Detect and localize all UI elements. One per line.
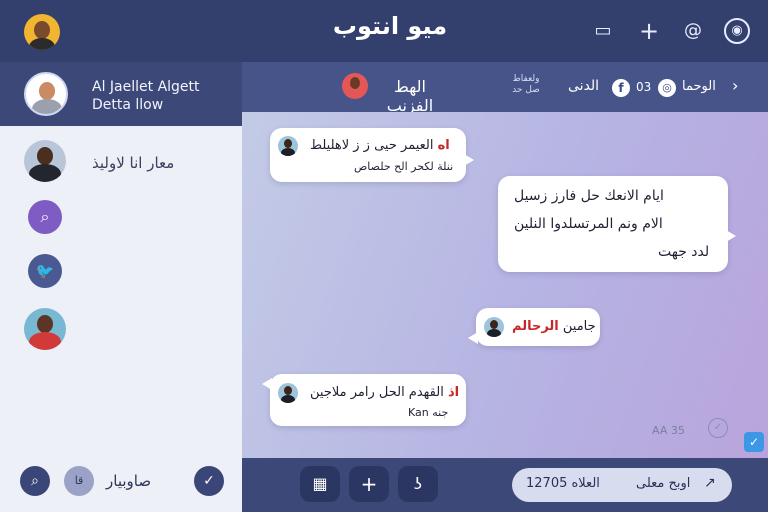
app-title: ميو انتوب: [332, 12, 448, 40]
message-text: جامين الرحالم: [512, 319, 596, 334]
message-body: جامين: [558, 319, 596, 334]
chat-count: 03: [636, 80, 652, 94]
sender-avatar: [278, 383, 298, 403]
message-line: الام ونم المرتسلدوا النلين: [514, 216, 663, 232]
message-input[interactable]: العلاه 12705 اوبح معلى ↗: [512, 468, 732, 502]
profile-avatar[interactable]: [24, 72, 68, 116]
instagram-icon[interactable]: ◎: [658, 79, 676, 97]
profile-name-line1: Al Jaellet Algett: [92, 79, 200, 95]
chat-header-label: الدنى: [568, 78, 600, 94]
message-subtext: Kan جنه: [408, 406, 449, 419]
message-input-value: العلاه 12705: [526, 476, 600, 491]
at-icon[interactable]: @: [680, 18, 706, 44]
sender-avatar: [484, 317, 504, 337]
chat-icon[interactable]: ▭: [590, 18, 616, 44]
sender-avatar: [278, 136, 298, 156]
message-bubble[interactable]: اه العيمر حيى ز ز لاهليلط ننلة لكحر الح …: [270, 128, 474, 182]
mic-icon[interactable]: ʖ: [398, 466, 438, 502]
chat-status: ولعفاط صل حد: [512, 74, 540, 95]
message-input-placeholder: اوبح معلى: [636, 476, 691, 491]
composer-bar: ▦ + ʖ العلاه 12705 اوبح معلى ↗: [242, 458, 768, 512]
message-subtext: ننلة لكحر الح حلصاص: [354, 160, 454, 173]
contact-avatar-2[interactable]: [24, 308, 66, 350]
message-text: اذ القهدم الحل رامر ملاجين: [310, 385, 459, 400]
sidebar-footer: ⌕ قا صاوبيار ✓: [0, 458, 242, 512]
grid-icon[interactable]: ▦: [300, 466, 340, 502]
facebook-icon[interactable]: f: [612, 79, 630, 97]
message-time: AA 35: [652, 424, 685, 437]
footer-search-icon[interactable]: ⌕: [20, 466, 50, 496]
message-body: القهدم الحل رامر ملاجين: [310, 385, 448, 400]
read-receipt-icon: ✓: [708, 418, 728, 438]
chat-contact-name: الهط الفزنب: [386, 77, 434, 115]
message-line: ايام الانعك حل فارز زسيل: [514, 188, 664, 204]
profile-name-line2: Detta llow: [92, 97, 164, 113]
contact-avatar[interactable]: [24, 140, 66, 182]
chevron-right-icon[interactable]: ›: [732, 76, 738, 95]
message-highlight: اذ: [447, 385, 460, 400]
top-bar: ميو انتوب ▭ + @ ◉: [0, 0, 768, 62]
message-bubble[interactable]: اذ القهدم الحل رامر ملاجين Kan جنه: [262, 374, 466, 426]
chat-area: اه العيمر حيى ز ز لاهليلط ننلة لكحر الح …: [242, 112, 768, 458]
profile-name: Al Jaellet Algett Detta llow: [92, 78, 232, 114]
profile-card[interactable]: Al Jaellet Algett Detta llow: [0, 62, 242, 126]
chat-header-label-2: الوحما: [682, 79, 716, 94]
chat-header: الهط الفزنب ولعفاط صل حد الدنى f 03 ◎ ال…: [242, 62, 768, 115]
select-checkbox[interactable]: ✓: [744, 432, 764, 452]
plus-icon[interactable]: +: [636, 18, 662, 44]
message-highlight: الرحالم: [512, 319, 559, 334]
search-icon[interactable]: ⌕: [28, 200, 62, 234]
send-icon[interactable]: ↗: [704, 475, 716, 491]
footer-label: صاوبيار: [106, 472, 152, 490]
message-body: العيمر حيى ز ز لاهليلط: [310, 138, 438, 153]
message-bubble[interactable]: ايام الانعك حل فارز زسيل الام ونم المرتس…: [498, 176, 736, 272]
contact-name[interactable]: معار انا لاوليذ: [92, 154, 202, 172]
message-bubble[interactable]: جامين الرحالم: [468, 308, 600, 346]
message-line: لدد جهت: [658, 244, 710, 260]
twitter-icon[interactable]: 🐦: [28, 254, 62, 288]
bell-icon[interactable]: ◉: [724, 18, 750, 44]
footer-badge[interactable]: قا: [64, 466, 94, 496]
check-icon[interactable]: ✓: [194, 466, 224, 496]
message-highlight: اه: [437, 138, 450, 153]
attach-icon[interactable]: +: [349, 466, 389, 502]
chat-contact-avatar[interactable]: [342, 73, 368, 99]
sidebar: Al Jaellet Algett Detta llow معار انا لا…: [0, 62, 242, 512]
user-avatar[interactable]: [24, 14, 60, 50]
message-text: اه العيمر حيى ز ز لاهليلط: [310, 138, 450, 153]
